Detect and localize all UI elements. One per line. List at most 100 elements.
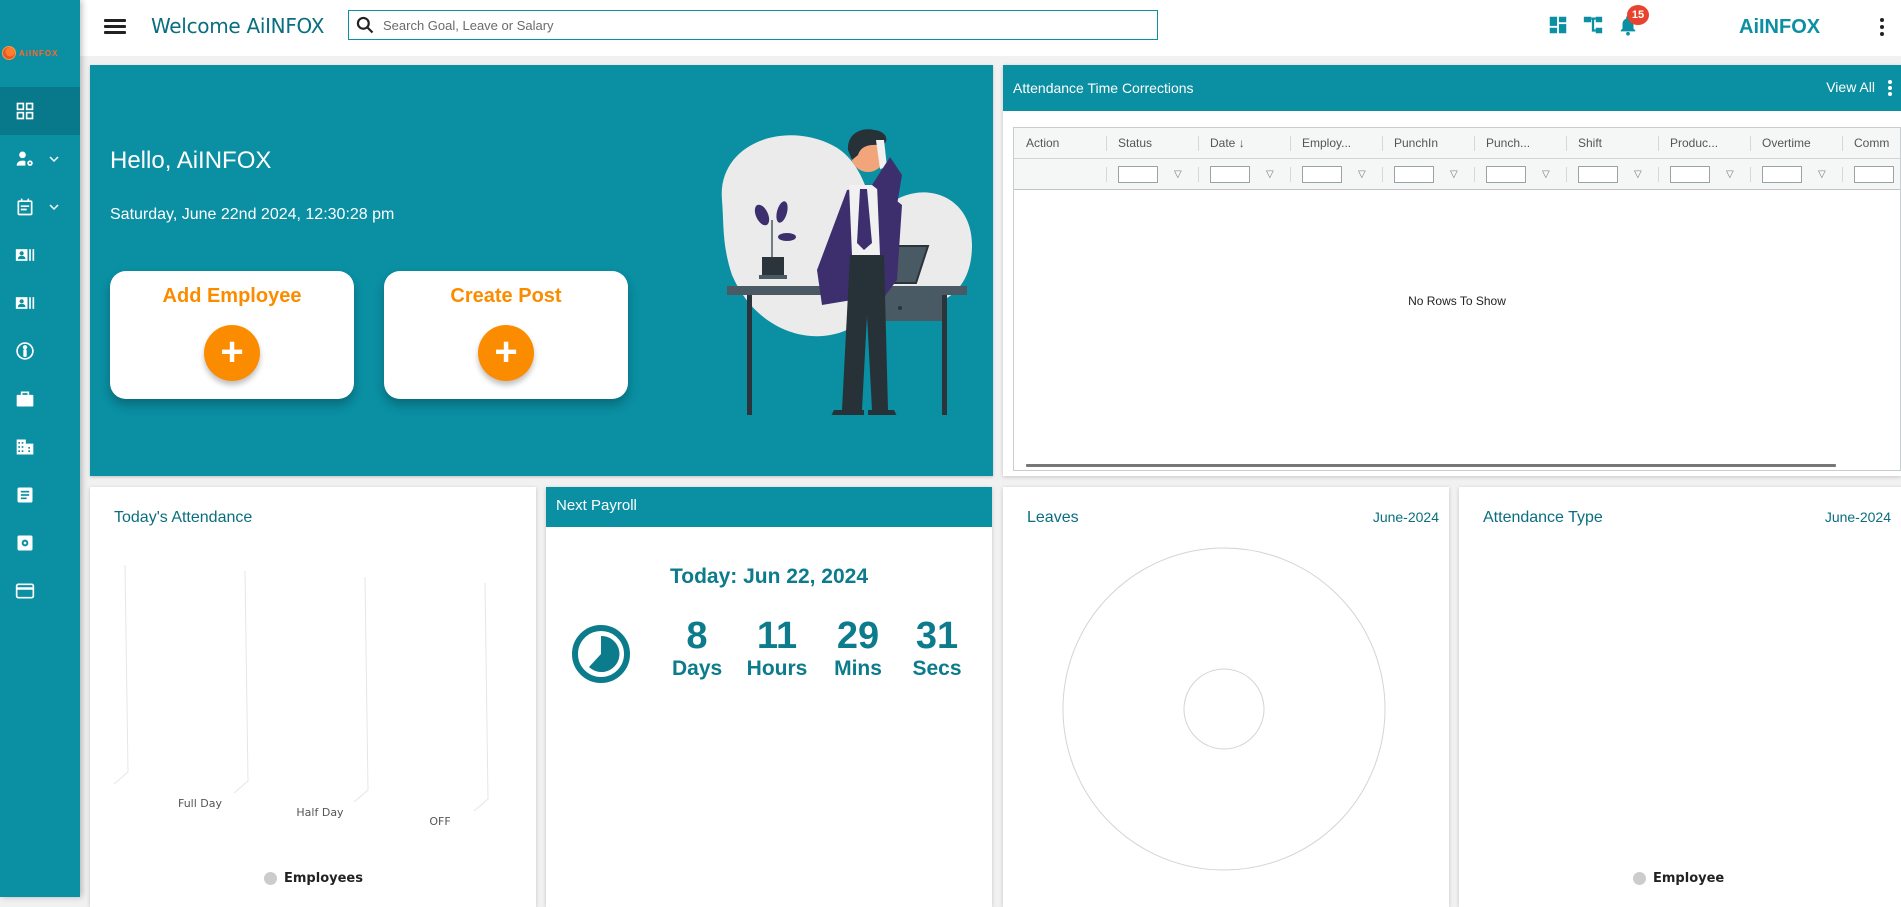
sidebar-item-attendance[interactable]: [0, 183, 80, 231]
fox-logo-icon: [2, 46, 16, 60]
view-all-link[interactable]: View All: [1826, 79, 1875, 95]
filter-cell-comment: [1842, 159, 1900, 189]
sidebar-item-settings[interactable]: [0, 519, 80, 567]
card-title: Today's Attendance: [114, 509, 253, 526]
gridline: [473, 582, 489, 812]
filter-input[interactable]: [1854, 165, 1894, 183]
sidebar-item-jobs[interactable]: [0, 375, 80, 423]
hamburger-line: [104, 19, 126, 22]
person-circle-icon: [16, 342, 34, 360]
column-header-action[interactable]: Action: [1014, 128, 1106, 158]
card-month: June-2024: [1372, 509, 1439, 525]
id-card-icon: [15, 249, 35, 261]
add-employee-label: Add Employee: [162, 285, 302, 307]
welcome-hero-panel: Hello, AiINFOX Saturday, June 22nd 2024,…: [90, 65, 993, 476]
sidebar-item-id-card-1[interactable]: [0, 231, 80, 279]
legend-label: Employees: [284, 871, 363, 886]
filter-cell-status: ▽: [1106, 159, 1198, 189]
top-bar: Welcome AiINFOX 15 AiINFOX: [80, 0, 1901, 56]
card-header: Next Payroll: [546, 487, 992, 527]
gridline: [353, 576, 369, 803]
sidebar-item-person[interactable]: [0, 327, 80, 375]
settings-box-icon: [17, 535, 33, 551]
horizontal-scrollbar[interactable]: [1026, 464, 1836, 467]
countdown-hours: 11 Hours: [746, 615, 808, 680]
filter-icon[interactable]: ▽: [1818, 169, 1826, 180]
chart-legend[interactable]: Employee: [1633, 871, 1724, 886]
empty-grid-message: No Rows To Show: [1408, 294, 1506, 308]
notification-count-badge: 15: [1627, 5, 1649, 25]
legend-marker: [264, 872, 277, 885]
calendar-note-icon: [17, 198, 33, 216]
column-header-status[interactable]: Status: [1106, 128, 1198, 158]
filter-icon[interactable]: ▽: [1634, 169, 1642, 180]
column-header-production[interactable]: Produc...: [1658, 128, 1750, 158]
create-post-button[interactable]: +: [478, 325, 534, 381]
filter-cell-punchin: ▽: [1382, 159, 1474, 189]
leaves-donut-chart: [1062, 547, 1386, 871]
filter-icon[interactable]: ▽: [1174, 169, 1182, 180]
add-employee-button[interactable]: +: [204, 325, 260, 381]
filter-input[interactable]: [1394, 165, 1434, 183]
menu-toggle-button[interactable]: [104, 16, 126, 38]
building-icon: [16, 439, 34, 455]
legend-marker: [1633, 872, 1646, 885]
chevron-down-icon: [49, 156, 59, 163]
search-input[interactable]: [383, 17, 1143, 33]
chart-legend[interactable]: Employees: [264, 871, 363, 886]
brand-logo[interactable]: AiINFOX: [0, 38, 80, 68]
sidebar-item-dashboard[interactable]: [0, 87, 80, 135]
create-post-card[interactable]: Create Post +: [384, 271, 628, 399]
grid-header-row: Action Status Date ↓ Employ... PunchIn P…: [1014, 128, 1900, 159]
greeting: Hello, AiINFOX: [110, 147, 272, 174]
filter-icon[interactable]: ▽: [1266, 169, 1274, 180]
card-title: Leaves: [1027, 509, 1079, 526]
user-name[interactable]: AiINFOX: [1739, 16, 1820, 39]
column-header-punchin[interactable]: PunchIn: [1382, 128, 1474, 158]
column-header-employee[interactable]: Employ...: [1290, 128, 1382, 158]
column-header-punchout[interactable]: Punch...: [1474, 128, 1566, 158]
sidebar-item-documents[interactable]: [0, 471, 80, 519]
filter-input[interactable]: [1118, 165, 1158, 183]
filter-cell-action: [1014, 159, 1106, 189]
businessman-illustration: [721, 129, 972, 415]
today-date: Today: Jun 22, 2024: [669, 565, 869, 588]
sidebar-item-payments[interactable]: [0, 567, 80, 615]
filter-icon[interactable]: ▽: [1726, 169, 1734, 180]
filter-cell-employee: ▽: [1290, 159, 1382, 189]
legend-label: Employee: [1653, 871, 1725, 886]
org-chart-icon[interactable]: [1582, 14, 1604, 36]
filter-input[interactable]: [1302, 165, 1342, 183]
card-title: Attendance Type: [1483, 509, 1603, 526]
dashboard-icon: [16, 102, 34, 120]
id-card-icon: [15, 297, 35, 309]
column-header-comment[interactable]: Comm: [1842, 128, 1900, 158]
filter-input[interactable]: [1670, 165, 1710, 183]
attendance-bar-chart: Full Day Half Day OFF: [113, 564, 489, 828]
panel-title: Attendance Time Corrections: [1013, 80, 1194, 96]
column-header-date[interactable]: Date ↓: [1198, 128, 1290, 158]
dashboard-layout-icon[interactable]: [1547, 14, 1569, 36]
column-header-overtime[interactable]: Overtime: [1750, 128, 1842, 158]
filter-cell-punchout: ▽: [1474, 159, 1566, 189]
sidebar-item-employees[interactable]: [0, 135, 80, 183]
more-options-button[interactable]: [1877, 16, 1887, 38]
filter-icon[interactable]: ▽: [1450, 169, 1458, 180]
sidebar-item-id-card-2[interactable]: [0, 279, 80, 327]
user-settings-icon: [16, 151, 33, 166]
filter-input[interactable]: [1578, 165, 1618, 183]
column-header-shift[interactable]: Shift: [1566, 128, 1658, 158]
filter-icon[interactable]: ▽: [1542, 169, 1550, 180]
filter-icon[interactable]: ▽: [1358, 169, 1366, 180]
search-box[interactable]: [348, 10, 1158, 40]
filter-input[interactable]: [1486, 165, 1526, 183]
filter-input[interactable]: [1210, 165, 1250, 183]
panel-more-options-icon[interactable]: [1887, 79, 1893, 97]
gridline: [233, 570, 249, 794]
sidebar-item-company[interactable]: [0, 423, 80, 471]
filter-input[interactable]: [1762, 165, 1802, 183]
add-employee-card[interactable]: Add Employee +: [110, 271, 354, 399]
sidebar: AiINFOX: [0, 0, 80, 897]
leaves-card: Leaves June-2024: [1003, 487, 1449, 907]
clock-icon: [572, 625, 630, 683]
